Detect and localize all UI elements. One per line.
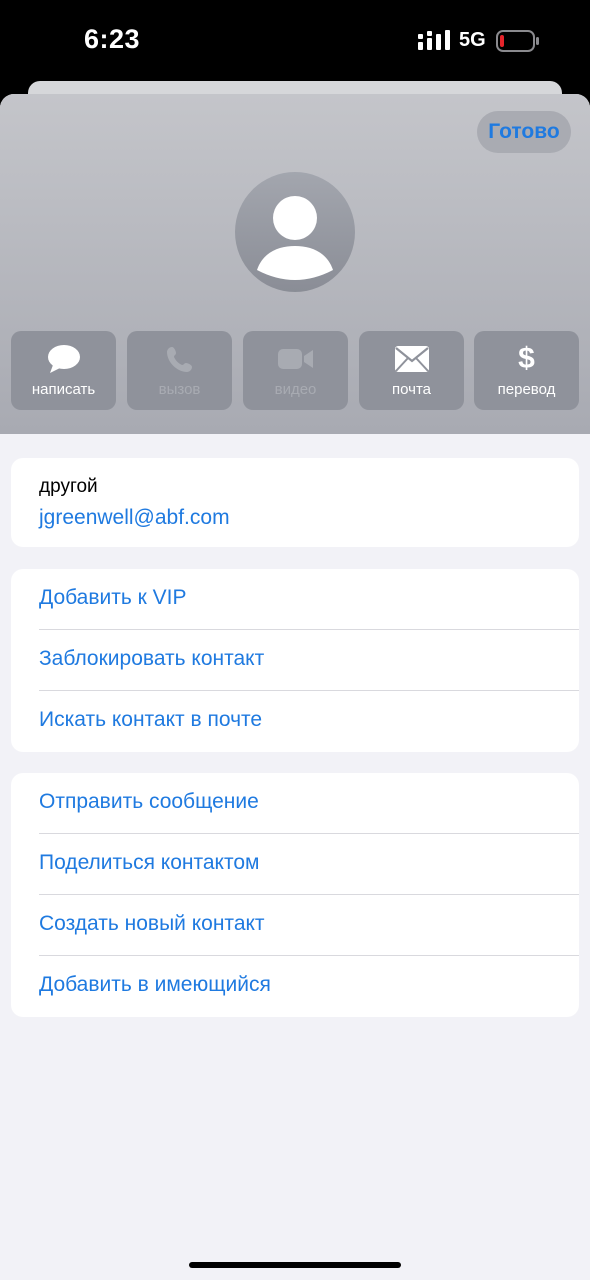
status-bar: 6:23 5G <box>0 0 590 82</box>
video-camera-icon <box>277 349 313 369</box>
call-action-label: вызов <box>158 381 201 398</box>
message-action-button[interactable]: написать <box>11 331 116 410</box>
email-label: другой <box>39 476 98 497</box>
network-type: 5G <box>459 29 486 51</box>
block-contact-row[interactable]: Заблокировать контакт <box>11 630 579 691</box>
create-new-contact-label: Создать новый контакт <box>39 912 265 935</box>
battery-low-icon <box>496 30 539 52</box>
add-to-existing-label: Добавить в имеющийся <box>39 973 271 996</box>
video-action-button[interactable]: видео <box>243 331 348 410</box>
contact-header: Готово написать вызов видео почта $ пере… <box>0 94 590 434</box>
person-silhouette-icon <box>257 196 333 280</box>
call-action-button[interactable]: вызов <box>127 331 232 410</box>
add-to-existing-row[interactable]: Добавить в имеющийся <box>11 956 579 1017</box>
message-action-label: написать <box>31 381 96 398</box>
envelope-icon <box>394 346 429 372</box>
contact-options-group: Добавить к VIP Заблокировать контакт Иск… <box>11 569 579 752</box>
email-value[interactable]: jgreenwell@abf.com <box>39 506 230 530</box>
cellular-signal-icon <box>418 30 450 50</box>
avatar <box>235 172 355 292</box>
phone-icon <box>166 347 192 372</box>
transfer-action-label: перевод <box>497 381 556 398</box>
done-button[interactable]: Готово <box>477 111 571 153</box>
email-row[interactable]: другой jgreenwell@abf.com <box>11 458 579 547</box>
home-indicator[interactable] <box>189 1262 401 1268</box>
mail-action-button[interactable]: почта <box>359 331 464 410</box>
send-message-label: Отправить сообщение <box>39 790 259 813</box>
create-new-contact-row[interactable]: Создать новый контакт <box>11 895 579 956</box>
message-bubble-icon <box>47 345 80 373</box>
mail-action-label: почта <box>392 381 431 398</box>
search-in-mail-row[interactable]: Искать контакт в почте <box>11 691 579 752</box>
status-time: 6:23 <box>84 24 141 54</box>
quick-actions: написать вызов видео почта $ перевод <box>11 331 579 411</box>
video-action-label: видео <box>274 381 317 398</box>
share-contact-row[interactable]: Поделиться контактом <box>11 834 579 895</box>
contact-actions-group: Отправить сообщение Поделиться контактом… <box>11 773 579 1017</box>
add-to-vip-row[interactable]: Добавить к VIP <box>11 569 579 630</box>
block-contact-label: Заблокировать контакт <box>39 647 265 670</box>
contact-card-sheet: Готово написать вызов видео почта $ пере… <box>0 94 590 1280</box>
dollar-icon: $ <box>518 342 535 375</box>
share-contact-label: Поделиться контактом <box>39 851 260 874</box>
add-to-vip-label: Добавить к VIP <box>39 586 187 609</box>
send-message-row[interactable]: Отправить сообщение <box>11 773 579 834</box>
search-in-mail-label: Искать контакт в почте <box>39 708 263 731</box>
transfer-action-button[interactable]: $ перевод <box>474 331 579 410</box>
